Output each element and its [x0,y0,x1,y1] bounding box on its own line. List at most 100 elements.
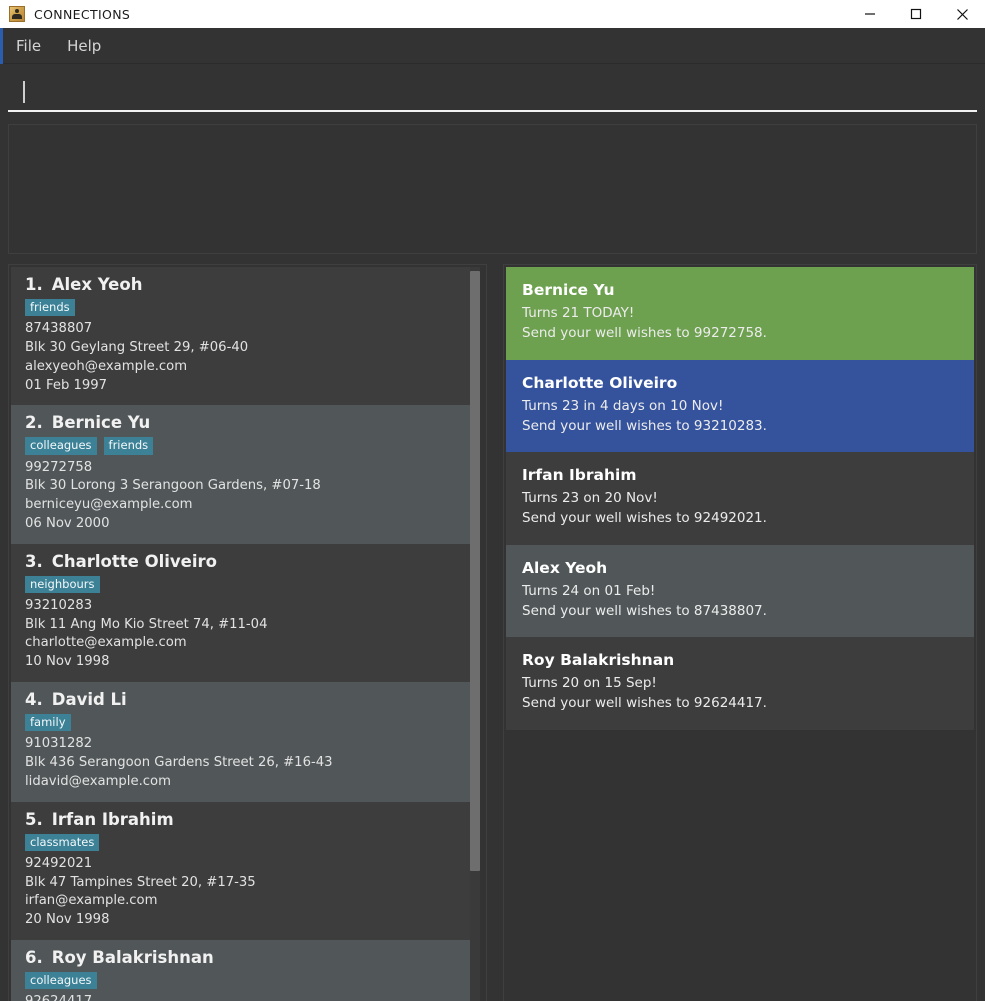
minimize-icon [865,13,875,15]
close-icon [956,8,968,20]
contact-index: 3. [25,551,43,571]
contact-address: Blk 47 Tampines Street 20, #17-35 [25,874,256,890]
reminder-contact-name: Irfan Ibrahim [522,466,637,484]
contact-index: 6. [25,947,43,967]
reminder-contact-name: Charlotte Oliveiro [522,373,678,392]
contact-email: irfan@example.com [25,893,158,909]
contact-list[interactable]: 1. Alex Yeoh friends 87438807 Blk 30 Geylang… [11,267,473,1001]
window-focus-edge [0,28,3,64]
reminder-wishes-line: Send your well wishes to 99272758. [522,325,767,342]
contact-name: Bernice Yu [51,413,151,433]
contact-name: David Li [51,689,127,709]
contact-tag-row: friends [25,299,459,317]
contact-address: Blk 436 Serangoon Gardens Street 26, #16… [25,755,333,771]
window-controls [847,0,985,28]
maximize-button[interactable] [893,0,939,28]
maximize-icon [910,8,922,20]
contact-birthday: 10 Nov 1998 [25,654,110,670]
contact-birthday: 01 Feb 1997 [25,377,108,393]
contact-phone: 91031282 [25,736,93,752]
contact-phone: 92624417 [25,993,459,1001]
contact-phone: 99272758 [25,459,93,475]
contact-list-item[interactable]: 2. Bernice Yu colleagues friends 99272758 Blk… [11,405,473,544]
reminder-wishes-line: Send your well wishes to 87438807. [522,602,767,619]
contact-header: 5. Irfan Ibrahim [25,810,459,829]
contact-index: 1. [25,275,43,294]
contact-list-scrollbar-thumb[interactable] [470,271,480,871]
contact-name: Charlotte Oliveiro [51,551,217,571]
contact-list-item[interactable]: 3. Charlotte Oliveiro neighbours 93210283 Bl… [11,543,473,682]
menubar: File Help [0,28,985,64]
birthday-reminder-card[interactable]: Roy Balakrishnan Turns 20 on 15 Sep! Send … [506,637,974,730]
contact-tag: friends [103,437,154,455]
contact-email: alexyeoh@example.com [25,358,188,374]
titlebar-left: CONNECTIONS [0,6,130,22]
reminder-age-line: Turns 24 on 01 Feb! [522,582,656,599]
reminder-wishes-line: Send your well wishes to 92624417. [522,695,767,712]
command-input-wrapper [8,64,977,114]
contact-header: 4. David Li [25,690,459,709]
contact-birthday: 20 Nov 1998 [25,912,110,928]
contact-tag: colleagues [25,437,97,455]
command-input[interactable] [8,74,977,112]
contact-address: Blk 30 Geylang Street 29, #06-40 [25,340,249,356]
contact-email: charlotte@example.com [25,635,187,651]
minimize-button[interactable] [847,0,893,28]
contact-birthday: 06 Nov 2000 [25,515,110,531]
contact-phone: 87438807 [25,321,93,337]
reminder-age-line: Turns 23 on 20 Nov! [522,490,658,506]
contact-tag-row: classmates [25,833,459,851]
window-titlebar[interactable]: CONNECTIONS [0,0,985,28]
main-content: 1. Alex Yeoh friends 87438807 Blk 30 Geylang… [8,264,977,1001]
contact-name: Alex Yeoh [51,275,143,294]
contact-index: 4. [25,689,43,709]
contact-tag: family [25,713,71,732]
contact-phone: 93210283 [25,598,93,613]
address-book-icon [9,6,25,22]
reminder-contact-name: Bernice Yu [522,281,615,299]
contact-list-item[interactable]: 6.Roy Balakrishnancolleagues92624417Blk … [11,939,473,1001]
contact-header: 6. Roy Balakrishnan [25,948,459,967]
contact-header: 2. Bernice Yu [25,413,459,432]
contact-list-panel: 1. Alex Yeoh friends 87438807 Blk 30 Geylang… [8,264,487,1001]
contact-tag-row: neighbours [25,575,459,593]
contact-header: 1. Alex Yeoh [25,275,459,294]
birthday-reminder-panel[interactable]: Bernice Yu Turns 21 TODAY! Send your well … [503,264,977,1001]
close-button[interactable] [939,0,985,28]
reminder-wishes-line: Send your well wishes to 93210283. [522,417,767,434]
birthday-reminder-card[interactable]: Alex Yeoh Turns 24 on 01 Feb! Send your we… [506,544,974,637]
reminder-wishes-line: Send your well wishes to 92492021. [522,510,767,527]
contact-email: lidavid@example.com [25,773,171,789]
contact-tag-row: family [25,713,459,732]
contact-email: berniceyu@example.com [25,497,193,513]
contact-list-item[interactable]: 4. David Li family 91031282 Blk 436 Serangoo… [11,681,473,802]
contact-phone: 92492021 [25,855,93,871]
reminder-age-line: Turns 23 in 4 days on 10 Nov! [522,397,724,414]
contact-list-item[interactable]: 5. Irfan Ibrahim classmates 92492021 Blk 47 … [11,801,473,940]
contact-tag-row: colleagues [25,971,459,990]
contact-list-item[interactable]: 1. Alex Yeoh friends 87438807 Blk 30 Geylang… [11,267,473,406]
contact-index: 2. [25,413,43,433]
contact-name: Irfan Ibrahim [51,809,174,829]
contact-address: Blk 30 Lorong 3 Serangoon Gardens, #07-1… [25,478,321,494]
contact-tag: neighbours [25,575,100,593]
result-display-panel [8,124,977,254]
reminder-age-line: Turns 20 on 15 Sep! [522,675,657,691]
contact-index: 5. [25,809,43,829]
reminder-contact-name: Roy Balakrishnan [522,651,675,669]
contact-tag: classmates [25,833,100,851]
contact-tag: friends [25,299,75,317]
birthday-reminder-card[interactable]: Irfan Ibrahim Turns 23 on 20 Nov! Send you… [506,452,974,545]
birthday-reminder-card[interactable]: Charlotte Oliveiro Turns 23 in 4 days on … [506,359,974,452]
reminder-contact-name: Alex Yeoh [522,558,608,577]
reminder-age-line: Turns 21 TODAY! [522,305,635,321]
text-caret-icon [23,81,25,103]
menu-item-help[interactable]: Help [65,35,103,57]
birthday-reminder-card[interactable]: Bernice Yu Turns 21 TODAY! Send your well … [506,267,974,360]
menu-item-file[interactable]: File [14,35,43,57]
contact-name: Roy Balakrishnan [51,947,214,967]
window-title: CONNECTIONS [34,6,131,22]
contact-tag-row: colleagues friends [25,437,459,455]
contact-tag: colleagues [25,971,97,990]
contact-header: 3. Charlotte Oliveiro [25,552,459,571]
